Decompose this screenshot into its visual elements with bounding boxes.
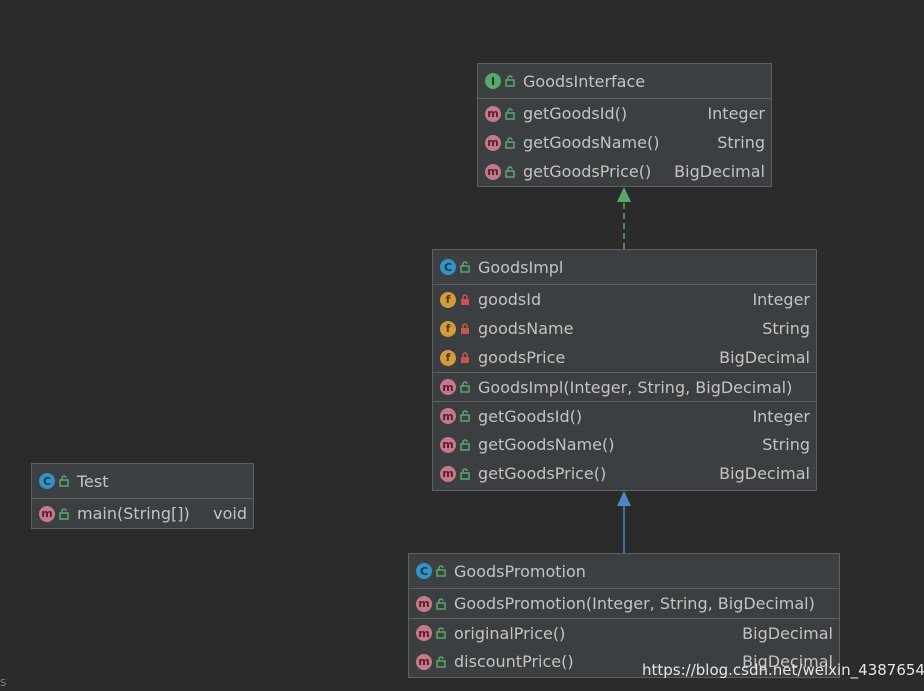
- test-header: C Test: [32, 464, 253, 499]
- method-row[interactable]: m getGoodsName() String: [478, 128, 771, 157]
- field-row[interactable]: f goodsName String: [433, 314, 816, 343]
- public-visibility-icon: [460, 261, 470, 273]
- goods-promotion-header: C GoodsPromotion: [409, 554, 839, 589]
- goods-interface-title: GoodsInterface: [523, 71, 646, 91]
- public-visibility-icon: [460, 467, 470, 480]
- constructor-name: GoodsImpl(Integer, String, BigDecimal): [478, 377, 793, 397]
- method-type: BigDecimal: [674, 162, 765, 181]
- goods-promotion-title: GoodsPromotion: [454, 561, 586, 581]
- method-icon: m: [416, 625, 432, 641]
- method-row[interactable]: m getGoodsPrice() BigDecimal: [433, 459, 816, 488]
- goods-promotion-node[interactable]: C GoodsPromotion m GoodsPromotion(Intege…: [408, 553, 840, 678]
- public-visibility-icon: [436, 655, 446, 668]
- field-type: BigDecimal: [719, 348, 810, 367]
- watermark: https://blog.csdn.net/weixin_43876548: [642, 661, 924, 679]
- method-icon: m: [440, 436, 456, 453]
- method-type: void: [213, 504, 247, 523]
- method-icon: m: [485, 163, 501, 180]
- public-visibility-icon: [59, 475, 69, 487]
- method-type: BigDecimal: [742, 623, 833, 643]
- public-visibility-icon: [436, 597, 446, 610]
- method-icon: m: [440, 465, 456, 482]
- field-icon: f: [440, 320, 456, 337]
- method-row[interactable]: m getGoodsPrice() BigDecimal: [478, 157, 771, 186]
- test-title: Test: [77, 471, 109, 491]
- public-visibility-icon: [505, 107, 515, 120]
- private-visibility-icon: [461, 351, 469, 363]
- goods-interface-header: I GoodsInterface: [478, 64, 771, 99]
- private-visibility-icon: [461, 293, 469, 305]
- public-visibility-icon: [505, 136, 515, 149]
- public-visibility-icon: [460, 381, 470, 393]
- method-name: getGoodsName(): [523, 133, 660, 152]
- interface-icon: I: [485, 73, 501, 89]
- class-icon: C: [440, 259, 456, 275]
- public-visibility-icon: [436, 627, 446, 639]
- goods-interface-node[interactable]: I GoodsInterface m getGoodsId() Integer …: [477, 63, 772, 187]
- private-visibility-icon: [461, 322, 469, 334]
- method-name: originalPrice(): [454, 623, 566, 643]
- field-icon: f: [440, 291, 456, 308]
- public-visibility-icon: [460, 410, 470, 422]
- method-name: getGoodsPrice(): [478, 464, 607, 483]
- public-visibility-icon: [460, 438, 470, 451]
- method-row[interactable]: m originalPrice() BigDecimal: [409, 618, 839, 647]
- public-visibility-icon: [505, 75, 515, 87]
- field-name: goodsPrice: [478, 348, 566, 367]
- test-node[interactable]: C Test m main(String[]) void: [31, 463, 254, 529]
- method-row[interactable]: m getGoodsId() Integer: [433, 401, 816, 430]
- method-icon: m: [39, 505, 55, 522]
- method-type: Integer: [707, 104, 765, 123]
- field-name: goodsId: [478, 290, 542, 309]
- goods-impl-header: C GoodsImpl: [433, 250, 816, 285]
- field-name: goodsName: [478, 319, 574, 338]
- field-type: Integer: [752, 290, 810, 309]
- method-icon: m: [485, 134, 501, 151]
- constructor-row[interactable]: m GoodsImpl(Integer, String, BigDecimal): [433, 372, 816, 401]
- field-type: String: [762, 319, 810, 338]
- constructor-name: GoodsPromotion(Integer, String, BigDecim…: [454, 594, 815, 613]
- method-icon: m: [416, 653, 432, 670]
- method-name: getGoodsId(): [523, 104, 628, 123]
- method-name: getGoodsName(): [478, 435, 615, 454]
- method-icon: m: [440, 379, 456, 395]
- method-type: BigDecimal: [719, 464, 810, 483]
- method-row[interactable]: m main(String[]) void: [32, 499, 253, 528]
- method-name: getGoodsPrice(): [523, 162, 652, 181]
- class-icon: C: [416, 563, 432, 579]
- constructor-row[interactable]: m GoodsPromotion(Integer, String, BigDec…: [409, 589, 839, 618]
- method-row[interactable]: m getGoodsName() String: [433, 430, 816, 459]
- public-visibility-icon: [436, 565, 446, 577]
- field-row[interactable]: f goodsPrice BigDecimal: [433, 343, 816, 372]
- public-visibility-icon: [59, 507, 69, 520]
- implements-arrowhead: [617, 187, 631, 202]
- method-row[interactable]: m getGoodsId() Integer: [478, 99, 771, 128]
- corner-text: S: [0, 678, 7, 689]
- goods-impl-title: GoodsImpl: [478, 257, 564, 277]
- method-type: String: [717, 133, 765, 152]
- field-row[interactable]: f goodsId Integer: [433, 285, 816, 314]
- public-visibility-icon: [505, 165, 515, 178]
- class-icon: C: [39, 473, 55, 489]
- method-type: Integer: [752, 406, 810, 426]
- goods-impl-node[interactable]: C GoodsImpl f goodsId Integer f goodsNam…: [432, 249, 817, 491]
- extends-arrowhead: [617, 491, 631, 506]
- method-icon: m: [440, 408, 456, 424]
- field-icon: f: [440, 349, 456, 366]
- method-type: String: [762, 435, 810, 454]
- method-name: getGoodsId(): [478, 406, 583, 426]
- method-name: main(String[]): [77, 504, 190, 523]
- method-icon: m: [416, 595, 432, 612]
- method-icon: m: [485, 105, 501, 122]
